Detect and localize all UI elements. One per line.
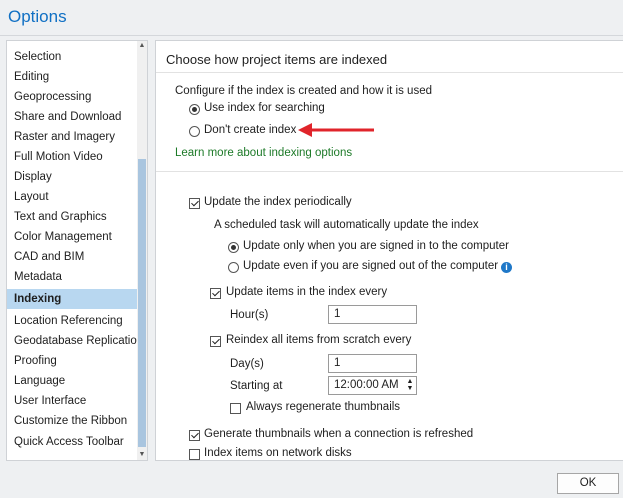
- update-items-checkbox[interactable]: [210, 288, 221, 299]
- time-spinner-icon[interactable]: ▲ ▼: [406, 378, 414, 392]
- sidebar-scrollbar-thumb[interactable]: [138, 159, 146, 447]
- sidebar-item-quick-access-toolbar[interactable]: Quick Access Toolbar: [7, 432, 137, 452]
- starting-at-label: Starting at: [230, 380, 283, 392]
- window-title: Options: [8, 7, 67, 26]
- generate-thumbnails-label[interactable]: Generate thumbnails when a connection is…: [204, 428, 473, 440]
- reindex-all-checkbox[interactable]: [210, 336, 221, 347]
- sidebar-item-geoprocessing[interactable]: Geoprocessing: [7, 87, 137, 107]
- dont-create-index-label[interactable]: Don't create index: [204, 124, 296, 136]
- heading-divider: [156, 72, 623, 73]
- learn-more-link[interactable]: Learn more about indexing options: [175, 147, 352, 159]
- starting-at-value: 12:00:00 AM: [334, 379, 399, 391]
- sidebar-item-language[interactable]: Language: [7, 371, 137, 391]
- sidebar-item-color-management[interactable]: Color Management: [7, 227, 137, 247]
- sidebar-item-partial: ···: [7, 41, 137, 47]
- signed-out-too-label[interactable]: Update even if you are signed out of the…: [243, 260, 498, 272]
- sidebar-item-metadata[interactable]: Metadata: [7, 267, 137, 287]
- options-sidebar: ··· Selection Editing Geoprocessing Shar…: [6, 40, 148, 461]
- scroll-up-icon[interactable]: ▲: [138, 42, 146, 50]
- hours-input[interactable]: 1: [328, 305, 417, 324]
- starting-at-time-input[interactable]: 12:00:00 AM ▲ ▼: [328, 376, 417, 395]
- dont-create-index-radio[interactable]: [189, 126, 200, 137]
- ok-button[interactable]: OK: [557, 473, 619, 494]
- sidebar-item-customize-the-ribbon[interactable]: Customize the Ribbon: [7, 411, 137, 431]
- sidebar-item-cad-and-bim[interactable]: CAD and BIM: [7, 247, 137, 267]
- always-regenerate-label[interactable]: Always regenerate thumbnails: [246, 401, 400, 413]
- sidebar-item-layout[interactable]: Layout: [7, 187, 137, 207]
- title-divider: [0, 35, 623, 36]
- sidebar-item-editing[interactable]: Editing: [7, 67, 137, 87]
- days-label: Day(s): [230, 358, 264, 370]
- network-disks-checkbox[interactable]: [189, 449, 200, 460]
- update-periodically-checkbox[interactable]: [189, 198, 200, 209]
- update-items-label[interactable]: Update items in the index every: [226, 286, 387, 298]
- configure-label: Configure if the index is created and ho…: [175, 85, 432, 97]
- annotation-arrow-icon: [298, 123, 374, 137]
- sidebar-item-selection[interactable]: Selection: [7, 47, 137, 67]
- sidebar-item-share-and-download[interactable]: Share and Download: [7, 107, 137, 127]
- scheduled-task-note: A scheduled task will automatically upda…: [214, 219, 479, 231]
- signed-in-only-radio[interactable]: [228, 242, 239, 253]
- reindex-all-label[interactable]: Reindex all items from scratch every: [226, 334, 411, 346]
- sidebar-item-text-and-graphics[interactable]: Text and Graphics: [7, 207, 137, 227]
- sidebar-item-raster-and-imagery[interactable]: Raster and Imagery: [7, 127, 137, 147]
- info-icon[interactable]: i: [501, 262, 512, 273]
- hours-label: Hour(s): [230, 309, 269, 321]
- indexing-panel: Choose how project items are indexed Con…: [155, 40, 623, 461]
- network-disks-label[interactable]: Index items on network disks: [204, 447, 352, 459]
- signed-out-too-radio[interactable]: [228, 262, 239, 273]
- sidebar-item-indexing[interactable]: Indexing: [7, 289, 137, 309]
- sidebar-item-proofing[interactable]: Proofing: [7, 351, 137, 371]
- always-regenerate-checkbox[interactable]: [230, 403, 241, 414]
- update-periodically-label[interactable]: Update the index periodically: [204, 196, 352, 208]
- generate-thumbnails-checkbox[interactable]: [189, 430, 200, 441]
- sidebar-item-user-interface[interactable]: User Interface: [7, 391, 137, 411]
- sidebar-item-display[interactable]: Display: [7, 167, 137, 187]
- scroll-down-icon[interactable]: ▼: [138, 451, 146, 459]
- sidebar-item-full-motion-video[interactable]: Full Motion Video: [7, 147, 137, 167]
- section-heading: Choose how project items are indexed: [166, 52, 388, 67]
- sidebar-item-geodatabase-replication[interactable]: Geodatabase Replication: [7, 331, 143, 351]
- use-index-label[interactable]: Use index for searching: [204, 102, 325, 114]
- signed-in-only-label[interactable]: Update only when you are signed in to th…: [243, 240, 509, 252]
- use-index-radio[interactable]: [189, 104, 200, 115]
- section-divider: [156, 171, 623, 172]
- sidebar-item-location-referencing[interactable]: Location Referencing: [7, 311, 137, 331]
- sidebar-scrollbar[interactable]: ▲ ▼: [137, 41, 147, 460]
- days-input[interactable]: 1: [328, 354, 417, 373]
